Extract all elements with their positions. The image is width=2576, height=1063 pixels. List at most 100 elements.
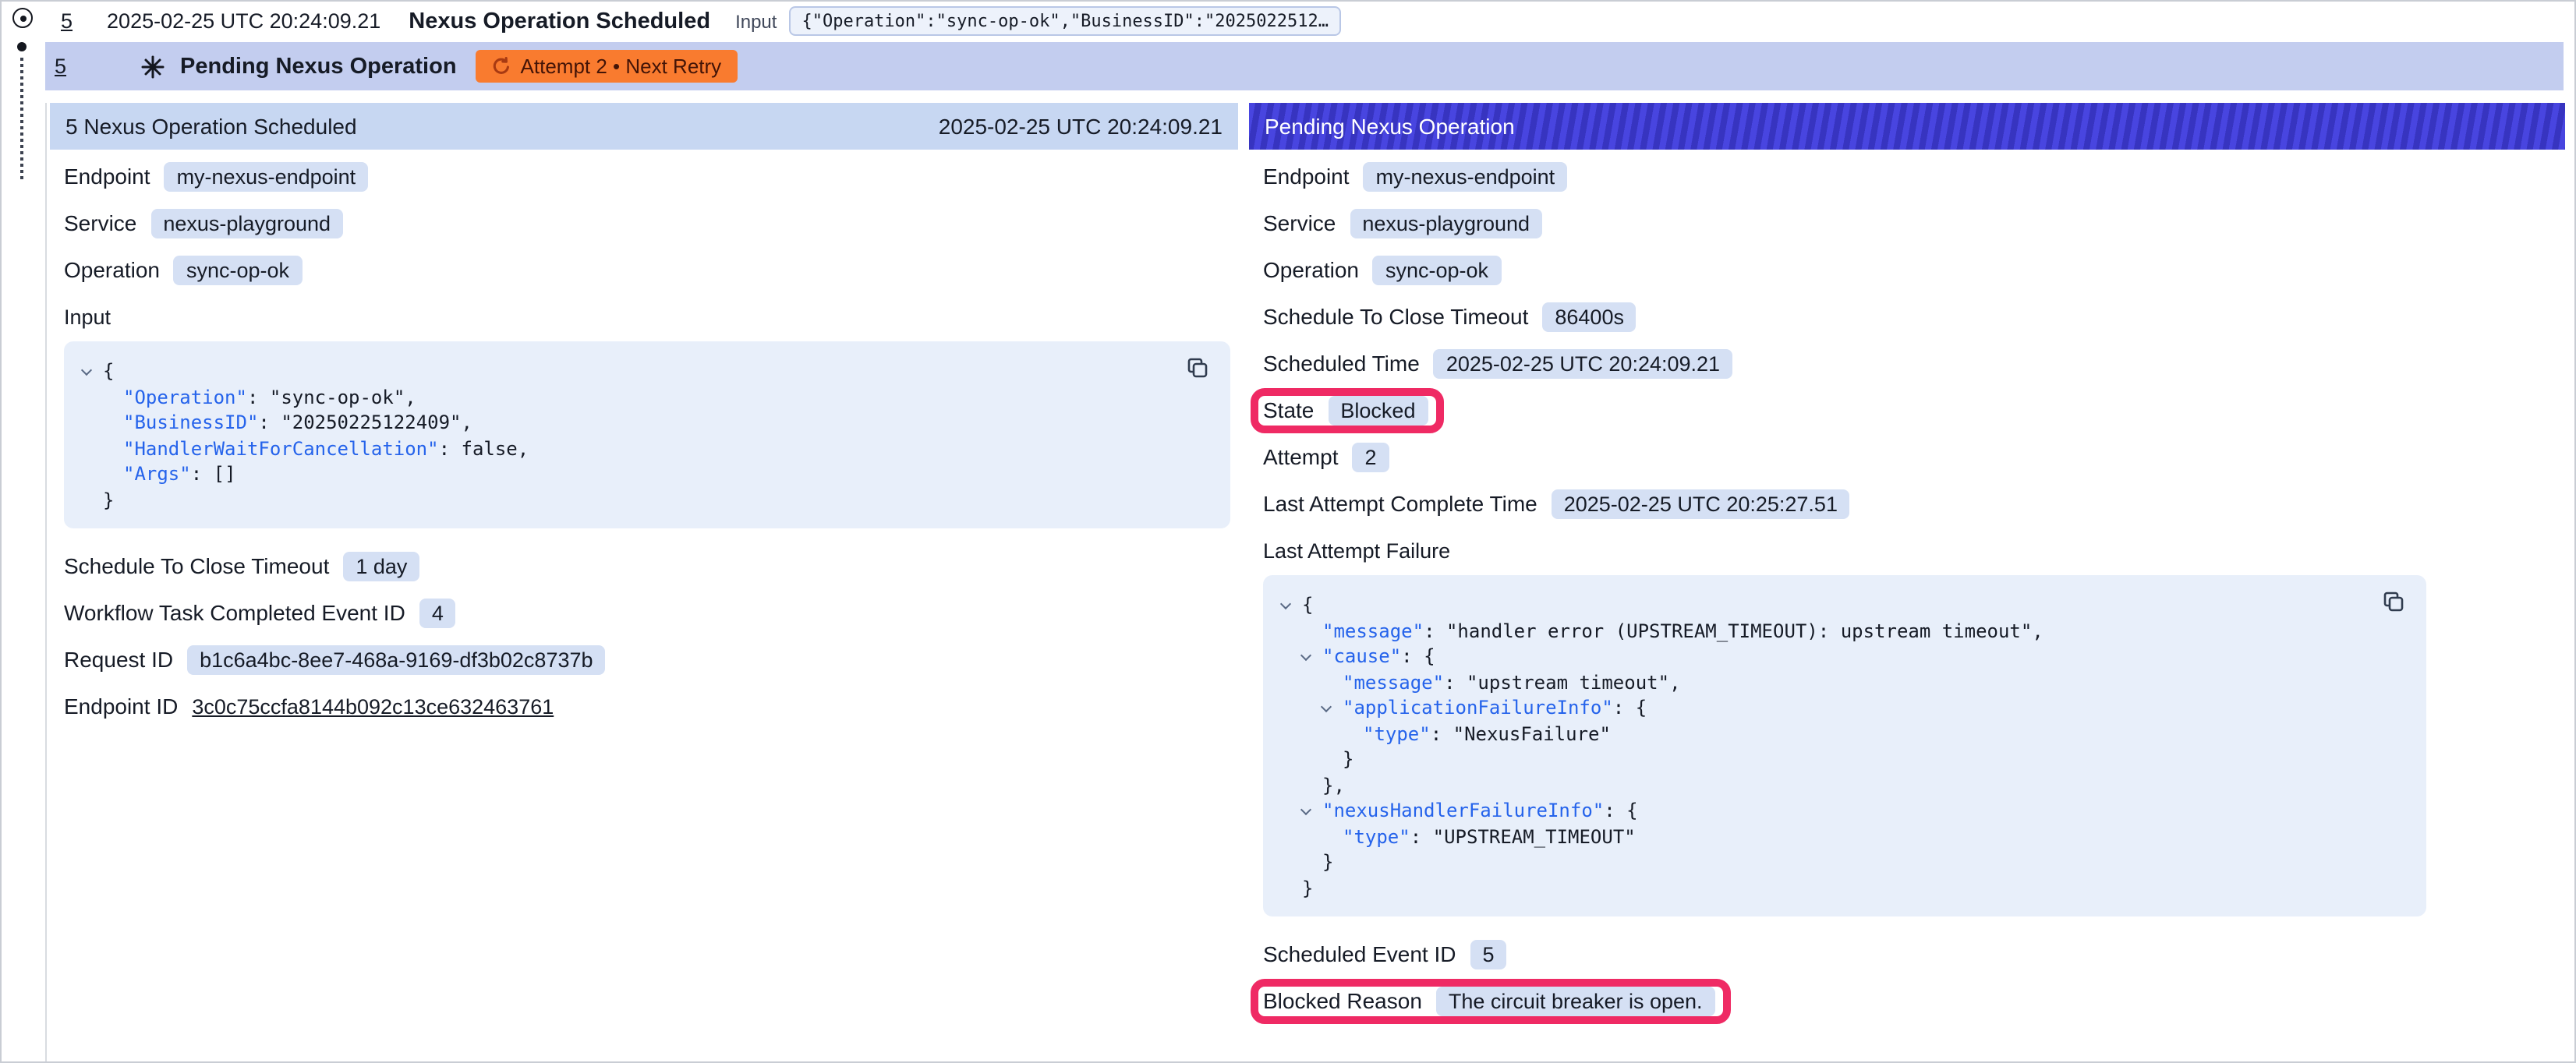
code-token: "applicationFailureInfo": [1343, 697, 1613, 719]
code-line: "BusinessID": "20250225122409",: [83, 410, 1212, 436]
field-value-badge: my-nexus-endpoint: [1364, 161, 1568, 191]
collapse-chevron-icon[interactable]: [1302, 655, 1322, 659]
collapse-chevron-icon[interactable]: [1302, 809, 1322, 814]
code-token: "20250225122409": [281, 412, 461, 434]
fields-group: Scheduled Event ID5Blocked ReasonThe cir…: [1263, 937, 2551, 1018]
field-row: Schedule To Close Timeout 86400s: [1263, 299, 2551, 334]
field-label: State: [1263, 397, 1314, 422]
code-token: false: [462, 438, 518, 460]
code-token: ,: [2032, 620, 2043, 642]
field: Request IDb1c6a4bc-8ee7-468a-9169-df3b02…: [64, 645, 606, 674]
pending-panel-title: Pending Nexus Operation: [1265, 114, 1515, 139]
collapse-chevron-icon[interactable]: [83, 369, 103, 374]
fields-group: Endpointmy-nexus-endpointServicenexus-pl…: [1263, 159, 2551, 521]
code-token: :: [258, 412, 281, 434]
event-row-scheduled[interactable]: 5 2025-02-25 UTC 20:24:09.21 Nexus Opera…: [45, 2, 1341, 41]
attempt-retry-badge: Attempt 2 • Next Retry: [476, 50, 738, 83]
timeline-connector-line: [20, 58, 23, 179]
code-token: {: [1424, 646, 1435, 668]
event-title: Nexus Operation Scheduled: [409, 9, 710, 34]
field-row: Scheduled Time 2025-02-25 UTC 20:24:09.21: [1263, 346, 2551, 380]
event-input-preview-chip[interactable]: {"Operation":"sync-op-ok","BusinessID":"…: [789, 6, 1341, 36]
detail-panels: 5 Nexus Operation Scheduled 2025-02-25 U…: [47, 103, 2565, 1063]
field: Scheduled Time 2025-02-25 UTC 20:24:09.21: [1263, 348, 1732, 378]
code-token: "UPSTREAM_TIMEOUT": [1433, 826, 1636, 848]
code-token: }: [103, 489, 114, 511]
field-label: Operation: [1263, 257, 1359, 282]
input-json-viewer: {"Operation": "sync-op-ok","BusinessID":…: [64, 341, 1230, 528]
code-token: "cause": [1322, 646, 1401, 668]
copy-icon[interactable]: [1185, 355, 1213, 383]
pending-operation-row[interactable]: 5 Pending Nexus Operation Attempt 2 • Ne…: [45, 42, 2564, 90]
field-label: Service: [64, 210, 136, 235]
temporal-event-history-page: 5 2025-02-25 UTC 20:24:09.21 Nexus Opera…: [0, 0, 2576, 1063]
scheduled-panel-header: 5 Nexus Operation Scheduled 2025-02-25 U…: [50, 103, 1238, 150]
field: Schedule To Close Timeout 86400s: [1263, 302, 1637, 331]
field-label: Blocked Reason: [1263, 988, 1422, 1013]
code-token: :: [247, 387, 270, 408]
field-label: Last Attempt Complete Time: [1263, 491, 1537, 516]
field-value-badge: Blocked: [1328, 395, 1428, 425]
field-row: Operationsync-op-ok: [64, 253, 1224, 287]
code-token: }: [1343, 749, 1353, 771]
field: Endpoint ID 3c0c75ccfa8144b092c13ce632463…: [64, 694, 554, 719]
field-label: Scheduled Event ID: [1263, 941, 1456, 966]
field-value-badge: 86400s: [1542, 302, 1637, 331]
field-value-badge: sync-op-ok: [1373, 255, 1501, 284]
code-token: :: [1604, 800, 1626, 822]
pending-operation-panel: Pending Nexus Operation Endpointmy-nexus…: [1249, 103, 2565, 1063]
field-value-badge: 4: [419, 598, 456, 627]
field-row: Endpointmy-nexus-endpoint: [1263, 159, 2551, 193]
code-token: :: [1613, 697, 1636, 719]
field-label: Schedule To Close Timeout: [1263, 304, 1528, 329]
field-label: Schedule To Close Timeout: [64, 553, 329, 578]
code-token: }: [1302, 878, 1313, 899]
code-line: }: [1282, 849, 2408, 875]
field-row: Workflow Task Completed Event ID4: [64, 595, 1224, 630]
code-line: "message": "handler error (UPSTREAM_TIME…: [1282, 618, 2408, 644]
pending-event-id-link[interactable]: 5: [55, 55, 66, 78]
field-row: Endpoint ID 3c0c75ccfa8144b092c13ce632463…: [64, 689, 1224, 723]
field: Attempt2: [1263, 442, 1389, 471]
field-label: Request ID: [64, 647, 173, 672]
attempt-badge-label: Attempt 2 • Next Retry: [521, 55, 722, 78]
code-token: :: [1424, 620, 1446, 642]
field-value-badge: 2025-02-25 UTC 20:24:09.21: [1434, 348, 1732, 378]
code-line: }: [1282, 875, 2408, 901]
fields-group: Schedule To Close Timeout1 dayWorkflow T…: [64, 549, 1224, 723]
timeline-dot-icon: [17, 42, 27, 51]
field-label: Endpoint: [64, 164, 150, 189]
field-label: Scheduled Time: [1263, 351, 1420, 376]
copy-icon[interactable]: [2381, 589, 2409, 617]
field-label: Service: [1263, 210, 1336, 235]
event-id-link[interactable]: 5: [61, 9, 73, 33]
code-token: "type": [1343, 826, 1410, 848]
collapse-chevron-icon[interactable]: [1322, 706, 1343, 711]
code-token: ,: [462, 412, 472, 434]
collapse-chevron-icon[interactable]: [1282, 603, 1302, 608]
code-line: },: [1282, 772, 2408, 798]
field-label: Endpoint ID: [64, 694, 178, 719]
code-line: }: [1282, 747, 2408, 772]
code-token: {: [1636, 697, 1647, 719]
field: Operationsync-op-ok: [64, 255, 302, 284]
json-code-lines: {"Operation": "sync-op-ok","BusinessID":…: [83, 358, 1212, 513]
scheduled-panel-timestamp: 2025-02-25 UTC 20:24:09.21: [939, 114, 1223, 139]
code-token: ,: [1669, 672, 1680, 694]
code-line: }: [83, 487, 1212, 513]
caret-shape: [1300, 649, 1311, 660]
event-timestamp: 2025-02-25 UTC 20:24:09.21: [107, 9, 380, 33]
field-value-badge: The circuit breaker is open.: [1436, 986, 1715, 1015]
failure-json-viewer: {"message": "handler error (UPSTREAM_TIM…: [1263, 575, 2426, 916]
code-token: "nexusHandlerFailureInfo": [1322, 800, 1604, 822]
endpoint-id-link[interactable]: 3c0c75ccfa8144b092c13ce632463761: [192, 694, 554, 718]
code-token: },: [1322, 775, 1345, 796]
json-code-lines: {"message": "handler error (UPSTREAM_TIM…: [1282, 592, 2408, 901]
event-timeline-rail: [2, 2, 45, 1061]
field-value-badge: my-nexus-endpoint: [165, 161, 369, 191]
caret-shape: [1280, 598, 1291, 609]
field: Last Attempt Complete Time2025-02-25 UTC…: [1263, 489, 1850, 518]
code-token: ,: [405, 387, 416, 408]
field: Operation sync-op-ok: [1263, 255, 1501, 284]
field-row: Operation sync-op-ok: [1263, 253, 2551, 287]
